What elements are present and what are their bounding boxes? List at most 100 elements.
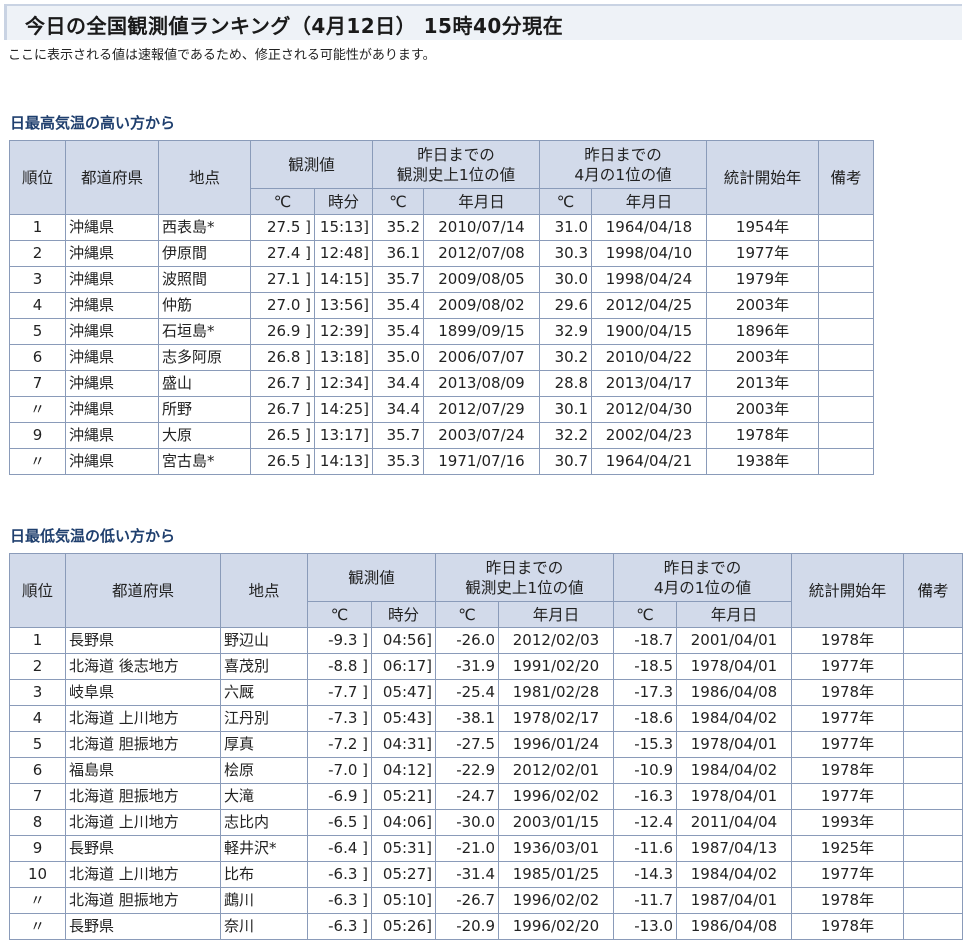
obs-time-cell: 13:17] — [314, 422, 373, 449]
table-row: 3 岐阜県 六厩 -7.7 ] 05:47] -25.4 1981/02/28 -17.3 19… — [9, 679, 963, 706]
rank-cell: 10 — [9, 861, 66, 888]
pref-cell: 北海道 胆振地方 — [65, 783, 221, 810]
table-row: 6 沖縄県 志多阿原 26.8 ] 13:18] 35.0 2006/07/07 30.2 20… — [9, 344, 874, 371]
start-year-cell: 1993年 — [791, 809, 904, 836]
hist-date-cell: 1971/07/16 — [423, 448, 540, 475]
pref-cell: 沖縄県 — [65, 370, 159, 397]
hist-date-cell: 1936/03/01 — [498, 835, 614, 862]
col-obs-header: 観測値 — [250, 140, 373, 189]
start-year-cell: 1978年 — [791, 757, 904, 784]
obs-value-cell: -6.9 ] — [307, 783, 372, 810]
obs-value-cell: 27.4 ] — [250, 240, 315, 267]
point-cell: 石垣島* — [158, 318, 251, 345]
remarks-cell — [903, 809, 963, 836]
rank-cell: 9 — [9, 422, 66, 449]
point-cell: 波照間 — [158, 266, 251, 293]
obs-value-cell: -6.4 ] — [307, 835, 372, 862]
pref-cell: 北海道 胆振地方 — [65, 887, 221, 914]
month-date-cell: 1986/04/08 — [676, 679, 792, 706]
month-date-cell: 1978/04/01 — [676, 783, 792, 810]
remarks-cell — [903, 627, 963, 654]
rank-cell: 1 — [9, 627, 66, 654]
low-temp-ranking-table: 順位 都道府県 地点 観測値 昨日までの 観測史上1位の値 昨日までの 4月の1位の… — [9, 553, 963, 940]
start-year-cell: 1977年 — [791, 861, 904, 888]
obs-value-cell: -6.3 ] — [307, 861, 372, 888]
obs-time-cell: 05:31] — [371, 835, 436, 862]
hist-value-cell: 34.4 — [372, 370, 424, 397]
obs-time-cell: 04:56] — [371, 627, 436, 654]
obs-time-cell: 05:27] — [371, 861, 436, 888]
obs-value-cell: -9.3 ] — [307, 627, 372, 654]
rank-cell: 〃 — [9, 396, 66, 423]
obs-value-cell: -7.0 ] — [307, 757, 372, 784]
pref-cell: 沖縄県 — [65, 396, 159, 423]
pref-cell: 長野県 — [65, 835, 221, 862]
col-remarks-header: 備考 — [818, 140, 874, 215]
remarks-cell — [818, 318, 874, 345]
start-year-cell: 1977年 — [706, 240, 819, 267]
hist-value-cell: -24.7 — [435, 783, 499, 810]
start-year-cell: 1978年 — [791, 887, 904, 914]
remarks-cell — [903, 861, 963, 888]
month-date-cell: 1998/04/24 — [591, 266, 707, 293]
start-year-cell: 1979年 — [706, 266, 819, 293]
remarks-cell — [818, 214, 874, 241]
start-year-cell: 1954年 — [706, 214, 819, 241]
rank-cell: 8 — [9, 809, 66, 836]
start-year-cell: 2003年 — [706, 292, 819, 319]
month-value-cell: 30.7 — [539, 448, 592, 475]
pref-cell: 福島県 — [65, 757, 221, 784]
obs-time-cell: 12:39] — [314, 318, 373, 345]
high-temp-ranking-table: 順位 都道府県 地点 観測値 昨日までの 観測史上1位の値 昨日までの 4月の1位の… — [9, 140, 874, 475]
point-cell: 野辺山 — [220, 627, 308, 654]
remarks-cell — [903, 887, 963, 914]
table-row: 1 長野県 野辺山 -9.3 ] 04:56] -26.0 2012/02/03 -18.7 2… — [9, 627, 963, 654]
point-cell: 比布 — [220, 861, 308, 888]
month-value-cell: 31.0 — [539, 214, 592, 241]
col-obs-time: 時分 — [314, 188, 373, 215]
pref-cell: 沖縄県 — [65, 344, 159, 371]
month-date-cell: 1978/04/01 — [676, 731, 792, 758]
hist-value-cell: -25.4 — [435, 679, 499, 706]
obs-time-cell: 14:13] — [314, 448, 373, 475]
obs-time-cell: 12:34] — [314, 370, 373, 397]
table-row: 〃沖縄県 宮古島* 26.5 ] 14:13] 35.3 1971/07/16 30.7 19… — [9, 448, 874, 475]
rank-cell: 5 — [9, 731, 66, 758]
col-month-record-header: 昨日までの 4月の1位の値 — [539, 140, 707, 189]
month-value-cell: -12.4 — [613, 809, 677, 836]
hist-value-cell: -22.9 — [435, 757, 499, 784]
obs-time-cell: 04:31] — [371, 731, 436, 758]
month-value-cell: -18.7 — [613, 627, 677, 654]
rank-cell: 〃 — [9, 448, 66, 475]
col-hist-record-header: 昨日までの 観測史上1位の値 — [435, 553, 614, 602]
month-value-cell: -18.5 — [613, 653, 677, 680]
month-value-cell: -10.9 — [613, 757, 677, 784]
obs-value-cell: -7.7 ] — [307, 679, 372, 706]
remarks-cell — [903, 731, 963, 758]
obs-time-cell: 06:17] — [371, 653, 436, 680]
hist-record-line2: 観測史上1位の値 — [396, 165, 516, 184]
start-year-cell: 2013年 — [706, 370, 819, 397]
start-year-cell: 2003年 — [706, 344, 819, 371]
month-value-cell: -15.3 — [613, 731, 677, 758]
pref-cell: 北海道 上川地方 — [65, 861, 221, 888]
pref-cell: 沖縄県 — [65, 240, 159, 267]
pref-cell: 北海道 上川地方 — [65, 809, 221, 836]
table-row: 1 沖縄県 西表島* 27.5 ] 15:13] 35.2 2010/07/14 31.0 19… — [9, 214, 874, 241]
hist-value-cell: -20.9 — [435, 913, 499, 940]
hist-date-cell: 1996/02/02 — [498, 783, 614, 810]
table-row: 〃沖縄県 所野 26.7 ] 14:25] 34.4 2012/07/29 30.1 2012… — [9, 396, 874, 423]
hist-date-cell: 1991/02/20 — [498, 653, 614, 680]
hist-date-cell: 2012/02/03 — [498, 627, 614, 654]
remarks-cell — [818, 266, 874, 293]
obs-time-cell: 04:06] — [371, 809, 436, 836]
col-point-header: 地点 — [158, 140, 251, 215]
month-date-cell: 1987/04/01 — [676, 887, 792, 914]
col-start-year-header: 統計開始年 — [706, 140, 819, 215]
rank-cell: 6 — [9, 344, 66, 371]
hist-value-cell: 35.2 — [372, 214, 424, 241]
col-obs-deg: ℃ — [250, 188, 315, 215]
month-value-cell: -16.3 — [613, 783, 677, 810]
col-month-date: 年月日 — [676, 601, 792, 628]
month-date-cell: 1984/04/02 — [676, 861, 792, 888]
